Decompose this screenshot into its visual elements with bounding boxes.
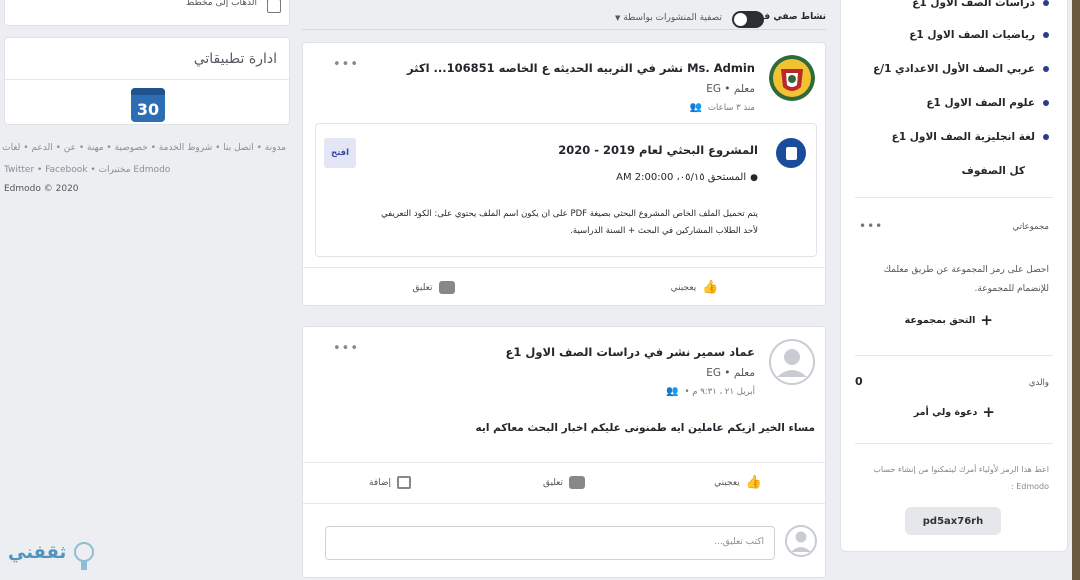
planner-icon [267,0,281,13]
post-time-text: منذ ٣ ساعات [708,102,755,113]
class-item[interactable]: دراسات الصف الاول 1ع [912,0,1049,9]
assignment-icon [776,138,806,168]
post-timestamp: منذ ٣ ساعات 👥 [690,102,755,113]
manage-apps-card: ادارة تطبيقاتي 30 [4,37,290,125]
right-sidebar: دراسات الصف الاول 1ع رياضيات الصف الاول … [840,0,1068,552]
invite-parent-label: دعوة ولي أمر [913,406,978,418]
post-author-line[interactable]: Ms. Admin نشر في التربيه الحديثه ع الخاص… [407,61,755,75]
add-label: إضافة [369,477,392,488]
filter-posts-label: تصفية المنشورات بواسطة [623,13,722,23]
comment-label: تعليق [542,477,564,488]
class-dot-icon [1043,32,1049,38]
post-time-text: أبريل ٢١ ، ٩:٣١ م • [684,386,755,397]
footer-links-row1[interactable]: مدونة • اتصل بنا • شروط الخدمة • خصوصية … [2,142,286,154]
class-dot-icon [1043,134,1049,140]
join-group-label: التحق بمجموعة [904,314,976,326]
join-group-button[interactable]: + التحق بمجموعة [905,311,993,329]
audience-icon: 👥 [666,386,679,397]
post-author-line[interactable]: عماد سمير نشر في دراسات الصف الاول 1ع [506,345,755,359]
user-avatar[interactable] [769,339,815,385]
calendar-day: 30 [136,100,160,119]
like-label: يعجبني [714,477,740,488]
class-item-label: لغة انجليزية الصف الاول 1ع [891,131,1035,143]
goto-planner-link[interactable]: الذهاب إلى مخطط [186,0,257,8]
comment-icon [569,476,586,489]
divider [855,443,1053,444]
more-options-icon[interactable]: ••• [859,219,883,233]
post-author-role: معلم • EG [706,367,755,379]
class-item-label: رياضيات الصف الاول 1ع [909,29,1035,41]
plus-icon: + [980,311,993,329]
assignment-due-text: المستحق ٠٥/١٥، 2:00:00 AM [616,172,747,183]
class-item-label: دراسات الصف الاول 1ع [912,0,1035,9]
assignment-title[interactable]: المشروع البحثي لعام 2019 - 2020 [558,143,758,157]
post-body-text: مساء الخير ازيكم عاملين ايه طمنونى عليكم… [475,422,815,434]
divider [855,197,1053,198]
post-card: Ms. Admin نشر في التربيه الحديثه ع الخاص… [302,42,826,306]
manage-apps-title[interactable]: ادارة تطبيقاتي [5,38,289,80]
assignment-description: يتم تحميل الملف الخاص المشروع البحثي بصي… [381,209,758,236]
copyright: Edmodo © 2020 [4,184,79,194]
school-logo-avatar[interactable] [769,55,815,101]
comment-composer: اكتب تعليق... [303,503,825,579]
comment-label: تعليق [412,282,433,293]
class-dot-icon [1043,66,1049,72]
post-card: عماد سمير نشر في دراسات الصف الاول 1ع مع… [302,326,826,578]
calendar-app-icon[interactable]: 30 [131,88,165,122]
assignment-card[interactable]: المشروع البحثي لعام 2019 - 2020 ● المستح… [315,123,817,257]
window-edge [1072,0,1080,580]
like-button[interactable]: 👍 يعجبني [651,463,825,502]
class-dot-icon [1043,100,1049,106]
watermark-text: ثقفني [8,542,67,563]
calendar-add-icon [397,476,412,489]
user-avatar [785,525,817,557]
audience-icon: 👥 [689,102,703,113]
class-item-label: علوم الصف الاول 1ع [926,97,1035,109]
parents-count: 0 [855,375,863,388]
class-item[interactable]: عربي الصف الأول الاعدادي 1/ع [873,63,1049,75]
class-item[interactable]: لغة انجليزية الصف الاول 1ع [892,131,1049,143]
thumbs-up-icon: 👍 [702,280,719,295]
all-classes-link[interactable]: كل الصفوف [962,165,1025,177]
class-item-label: عربي الصف الأول الاعدادي 1/ع [873,63,1035,75]
assignment-due: ● المستحق ٠٥/١٥، 2:00:00 AM [616,172,758,183]
more-options-icon[interactable]: ••• [333,341,359,356]
filter-posts-dropdown[interactable]: تصفية المنشورات بواسطة ▼ [615,13,722,23]
goto-planner-card[interactable]: الذهاب إلى مخطط [4,0,290,26]
parent-code-description: اعط هذا الرمز لأولياء أمرك ليتمكنوا من إ… [873,465,1049,491]
post-timestamp: أبريل ٢١ ، ٩:٣١ م • 👥 [666,386,755,397]
thumbs-up-icon: 👍 [745,475,762,490]
divider [855,355,1053,356]
footer-links-row2[interactable]: Twitter • Facebook • مختبرات Edmodo [4,164,170,176]
chevron-down-icon: ▼ [615,14,621,22]
clock-icon: ● [750,172,758,183]
open-assignment-button[interactable]: افتح [324,138,356,168]
add-button[interactable]: إضافة [303,463,477,502]
groups-description: احصل على رمز المجموعة عن طريق معلمك للإن… [883,265,1049,294]
class-activity-toggle[interactable] [732,11,764,28]
comment-button[interactable]: تعليق [303,268,564,307]
invite-parent-button[interactable]: + دعوة ولي أمر [914,403,995,421]
my-groups-title: مجموعاتي [1012,222,1049,232]
class-item[interactable]: رياضيات الصف الاول 1ع [909,29,1049,41]
like-button[interactable]: 👍 يعجبني [564,268,825,307]
class-item[interactable]: علوم الصف الاول 1ع [926,97,1049,109]
plus-icon: + [982,403,995,421]
comment-button[interactable]: تعليق [477,463,651,502]
comment-icon [438,281,455,294]
more-options-icon[interactable]: ••• [333,57,359,72]
class-dot-icon [1043,0,1049,6]
like-label: يعجبني [670,282,697,293]
feed-filter-bar: نشاط صفي فقط تصفية المنشورات بواسطة ▼ [302,8,826,30]
post-actions: تعليق 👍 يعجبني [303,267,825,307]
watermark-logo: ثقفني [6,532,98,578]
comment-input[interactable]: اكتب تعليق... [325,526,775,560]
parents-title: والدي [1028,378,1049,388]
post-author-role: معلم • EG [706,83,755,95]
parent-code-badge[interactable]: pd5ax76rh [905,507,1001,535]
post-actions: إضافة تعليق 👍 يعجبني [303,462,825,502]
